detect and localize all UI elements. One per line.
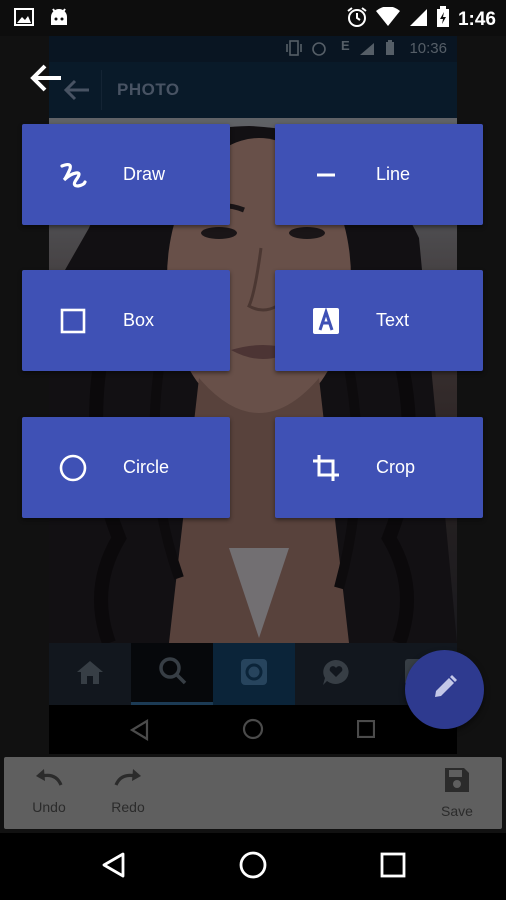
line-label: Line bbox=[376, 164, 411, 184]
circle-outline-icon bbox=[58, 453, 88, 483]
draw-squiggle-icon bbox=[58, 160, 88, 190]
nav-recents-button[interactable] bbox=[375, 849, 411, 885]
box-tool-button[interactable]: Box bbox=[22, 270, 230, 371]
redo-icon bbox=[113, 767, 143, 794]
text-a-icon bbox=[311, 306, 341, 336]
pencil-icon bbox=[432, 674, 458, 705]
status-bar: 1:46 bbox=[0, 0, 506, 36]
redo-button[interactable]: Redo bbox=[93, 767, 163, 821]
text-label: Text bbox=[376, 310, 410, 330]
alarm-icon bbox=[346, 6, 368, 33]
nav-home-circle-icon bbox=[238, 850, 268, 885]
square-outline-icon bbox=[58, 306, 88, 336]
circle-label: Circle bbox=[123, 457, 170, 477]
undo-button[interactable]: Undo bbox=[14, 767, 84, 821]
nav-recents-square-icon bbox=[380, 852, 406, 883]
save-label: Save bbox=[441, 803, 473, 819]
save-button[interactable]: Save bbox=[422, 767, 492, 821]
back-button[interactable] bbox=[26, 60, 66, 100]
draw-label: Draw bbox=[123, 164, 166, 184]
undo-label: Undo bbox=[32, 799, 66, 815]
status-time: 1:46 bbox=[457, 8, 496, 30]
edit-toolbar: Undo Redo Save bbox=[4, 757, 502, 829]
edit-fab-button[interactable] bbox=[405, 650, 484, 729]
wifi-icon bbox=[375, 6, 400, 32]
text-tool-button[interactable]: Text bbox=[275, 270, 483, 371]
undo-icon bbox=[34, 767, 64, 794]
crop-tool-button[interactable]: Crop bbox=[275, 417, 483, 518]
screen: 1:46 E 10:36 PHOTO Draw Line Box Text Ci… bbox=[0, 0, 506, 900]
draw-tool-button[interactable]: Draw bbox=[22, 124, 230, 225]
line-tool-button[interactable]: Line bbox=[275, 124, 483, 225]
back-arrow-icon bbox=[29, 63, 63, 98]
image-icon bbox=[14, 7, 34, 32]
box-label: Box bbox=[123, 310, 155, 330]
nav-back-button[interactable] bbox=[95, 849, 131, 885]
circle-tool-button[interactable]: Circle bbox=[22, 417, 230, 518]
battery-charging-icon bbox=[436, 6, 450, 33]
redo-label: Redo bbox=[111, 799, 145, 815]
line-icon bbox=[311, 160, 341, 190]
crop-label: Crop bbox=[376, 457, 416, 477]
crop-icon bbox=[311, 453, 341, 483]
nav-home-button[interactable] bbox=[235, 849, 271, 885]
signal-icon bbox=[408, 7, 428, 32]
android-icon bbox=[48, 7, 70, 32]
save-floppy-icon bbox=[444, 767, 470, 798]
system-nav-bar bbox=[0, 833, 506, 900]
nav-back-triangle-icon bbox=[100, 851, 126, 884]
